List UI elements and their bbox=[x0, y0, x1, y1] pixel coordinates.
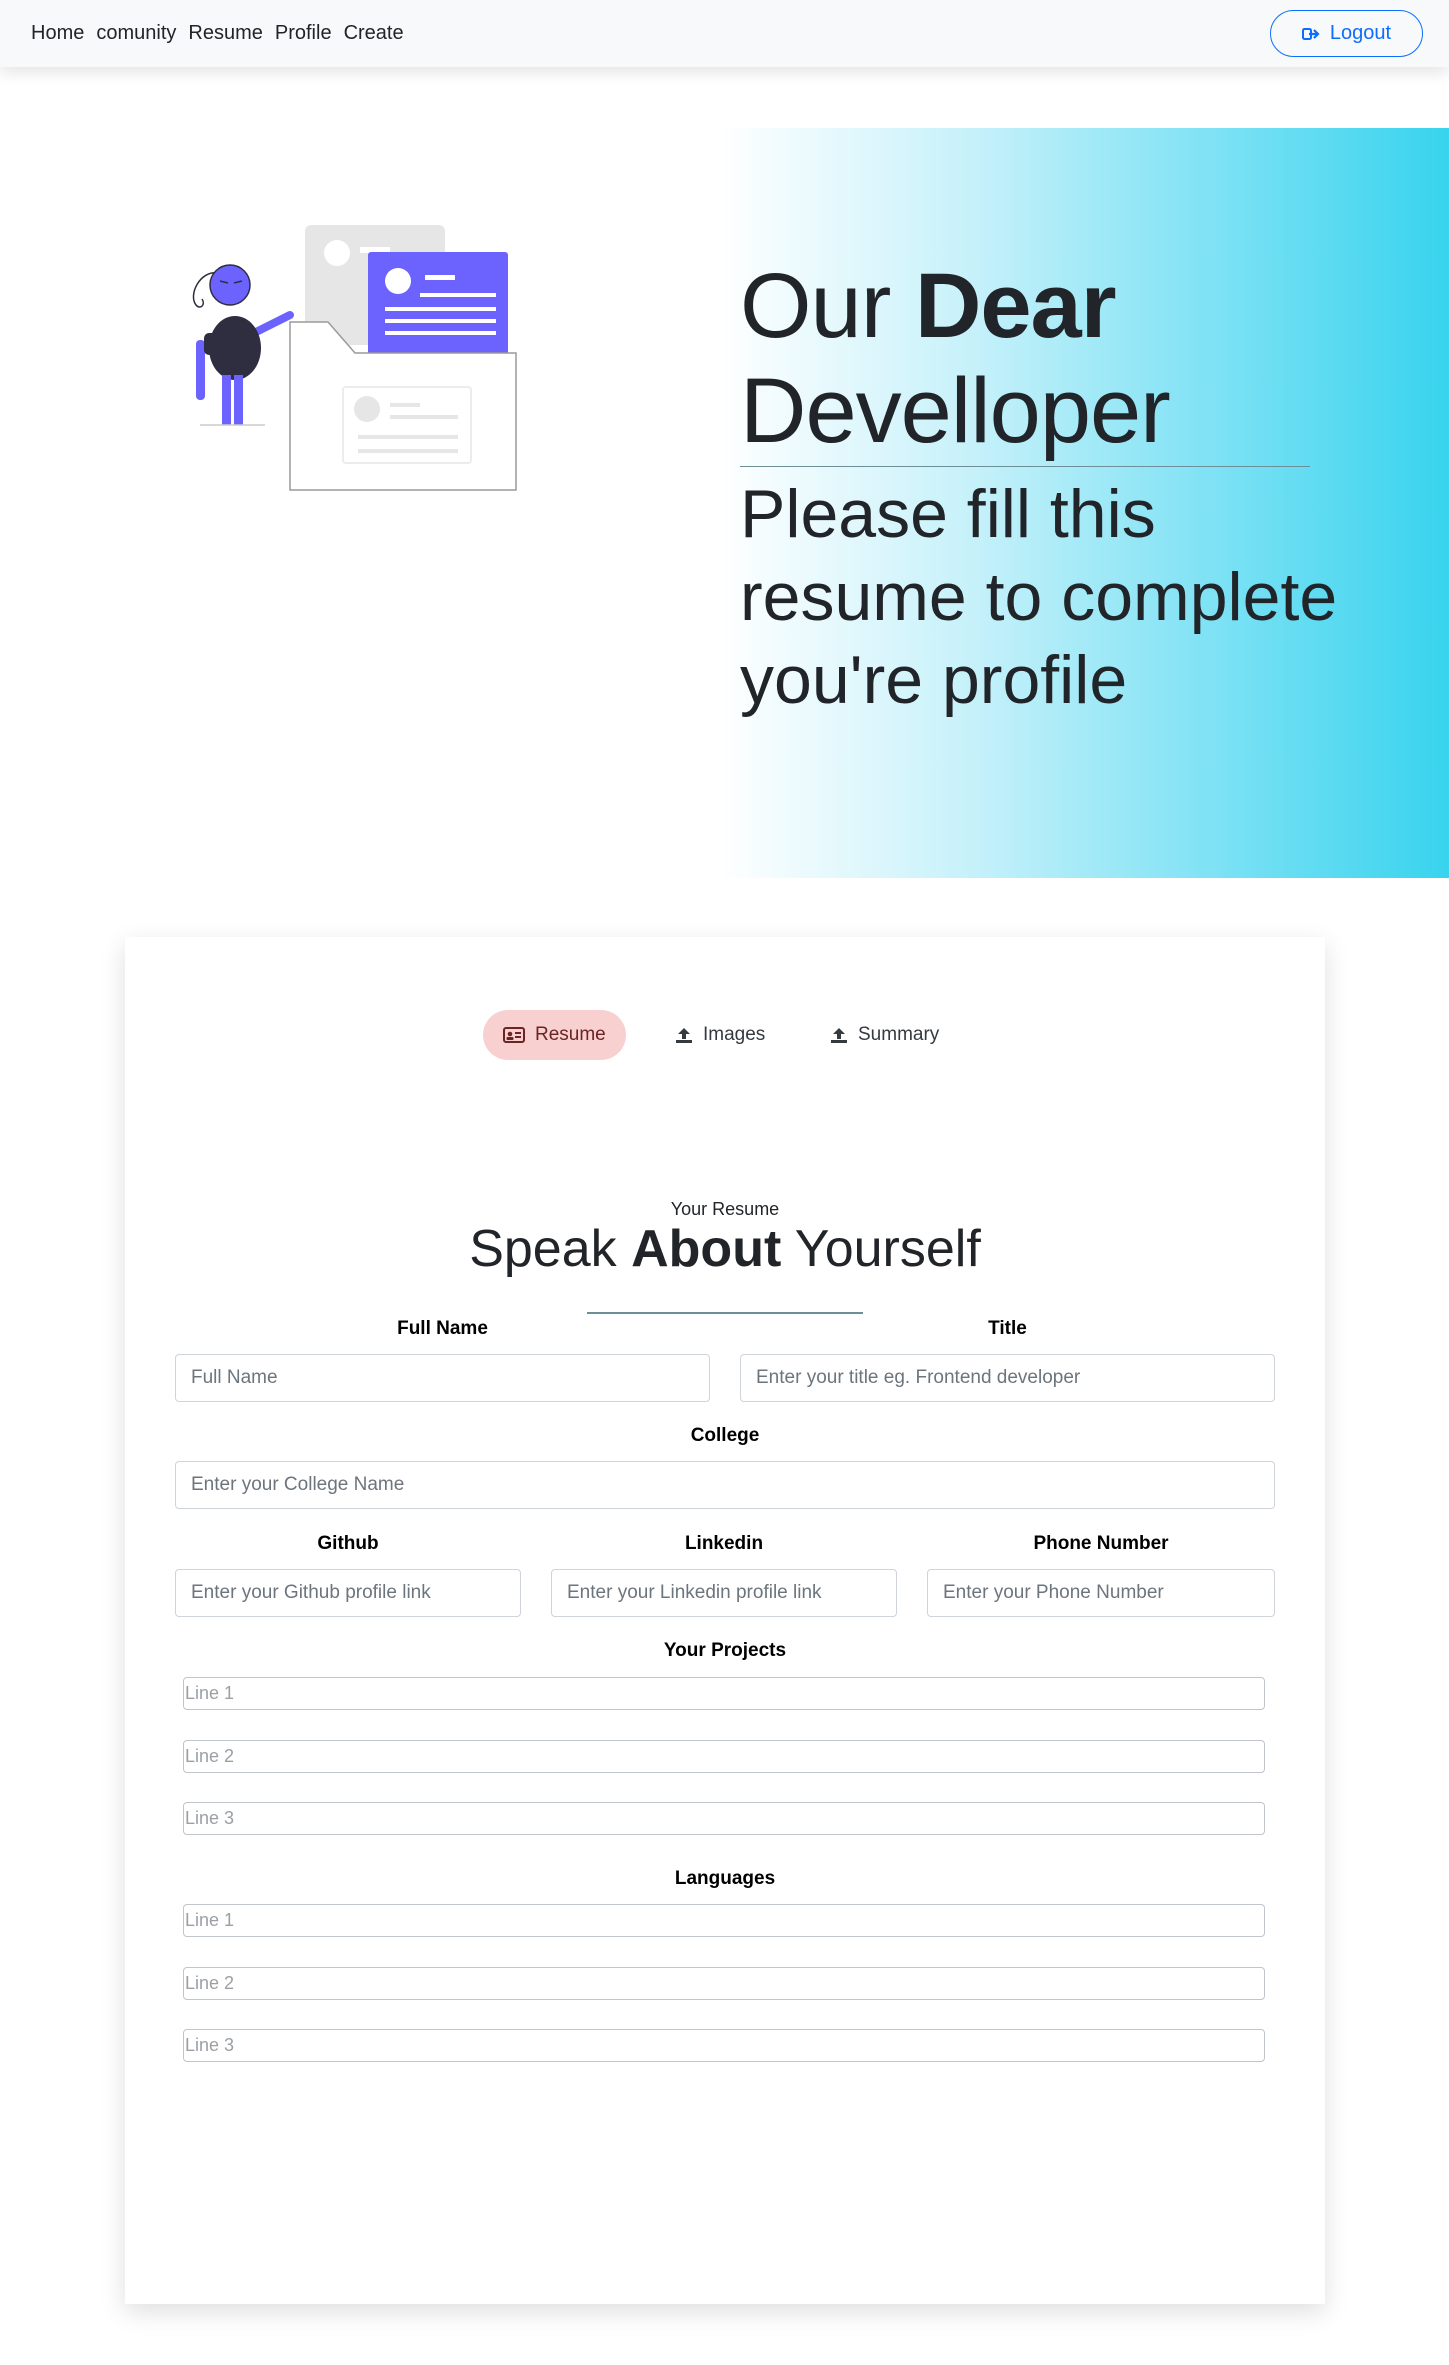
full-name-input[interactable] bbox=[175, 1354, 710, 1402]
top-navbar: Home comunity Resume Profile Create Logo… bbox=[0, 0, 1449, 67]
hero-text: Our Dear Develloper Please fill this res… bbox=[740, 254, 1390, 722]
title-label: Title bbox=[988, 1318, 1027, 1339]
nav-link-profile[interactable]: Profile bbox=[275, 22, 332, 45]
section-heading: Speak About Yourself bbox=[125, 1219, 1325, 1279]
resume-illustration bbox=[192, 225, 517, 491]
title-input[interactable] bbox=[740, 1354, 1275, 1402]
resume-form-card: Resume Images Summary Your Resume Speak … bbox=[125, 937, 1325, 2304]
nav-link-comunity[interactable]: comunity bbox=[96, 22, 176, 45]
heading-divider bbox=[587, 1312, 863, 1314]
nav-link-create[interactable]: Create bbox=[344, 22, 404, 45]
tab-images-label: Images bbox=[703, 1024, 766, 1045]
logout-button[interactable]: Logout bbox=[1270, 10, 1423, 57]
languages-line-2-input[interactable] bbox=[183, 1967, 1265, 2000]
form-tabs: Resume Images Summary bbox=[125, 1010, 1325, 1060]
tab-resume[interactable]: Resume bbox=[483, 1010, 626, 1060]
logout-label: Logout bbox=[1329, 22, 1392, 44]
projects-line-1-input[interactable] bbox=[183, 1677, 1265, 1710]
hero-title-light: Our bbox=[740, 255, 891, 357]
projects-label: Your Projects bbox=[663, 1640, 787, 1661]
projects-line-3-input[interactable] bbox=[183, 1802, 1265, 1835]
full-name-label: Full Name bbox=[397, 1318, 488, 1339]
hero-title-line2: Develloper bbox=[740, 360, 1171, 462]
hero-divider bbox=[740, 466, 1310, 467]
languages-line-3-input[interactable] bbox=[183, 2029, 1265, 2062]
tab-summary-label: Summary bbox=[858, 1024, 940, 1045]
college-label: College bbox=[690, 1425, 760, 1446]
github-label: Github bbox=[317, 1533, 379, 1554]
upload-icon bbox=[831, 1028, 847, 1043]
hero-subtitle: Please fill this resume to complete you'… bbox=[740, 476, 1338, 718]
phone-label: Phone Number bbox=[1033, 1533, 1169, 1554]
hero-title-bold: Dear bbox=[914, 255, 1117, 357]
heading-pre: Speak bbox=[469, 1220, 617, 1278]
college-input[interactable] bbox=[175, 1461, 1275, 1509]
heading-bold: About bbox=[631, 1220, 782, 1278]
hero-title: Our Dear Develloper bbox=[740, 254, 1390, 464]
linkedin-input[interactable] bbox=[551, 1569, 897, 1617]
github-input[interactable] bbox=[175, 1569, 521, 1617]
heading-post: Yourself bbox=[794, 1220, 981, 1278]
languages-line-1-input[interactable] bbox=[183, 1904, 1265, 1937]
projects-line-2-input[interactable] bbox=[183, 1740, 1265, 1773]
nav-links: Home comunity Resume Profile Create bbox=[31, 22, 416, 45]
tab-resume-label: Resume bbox=[535, 1024, 606, 1045]
languages-label: Languages bbox=[674, 1868, 776, 1889]
tab-images[interactable]: Images bbox=[675, 1010, 765, 1060]
logout-icon bbox=[1301, 27, 1320, 40]
id-card-icon bbox=[503, 1027, 525, 1043]
phone-input[interactable] bbox=[927, 1569, 1275, 1617]
upload-icon bbox=[676, 1028, 692, 1043]
nav-link-resume[interactable]: Resume bbox=[188, 22, 262, 45]
section-label: Your Resume bbox=[670, 1199, 780, 1219]
nav-link-home[interactable]: Home bbox=[31, 22, 84, 45]
tab-summary[interactable]: Summary bbox=[830, 1010, 939, 1060]
linkedin-label: Linkedin bbox=[684, 1533, 764, 1554]
